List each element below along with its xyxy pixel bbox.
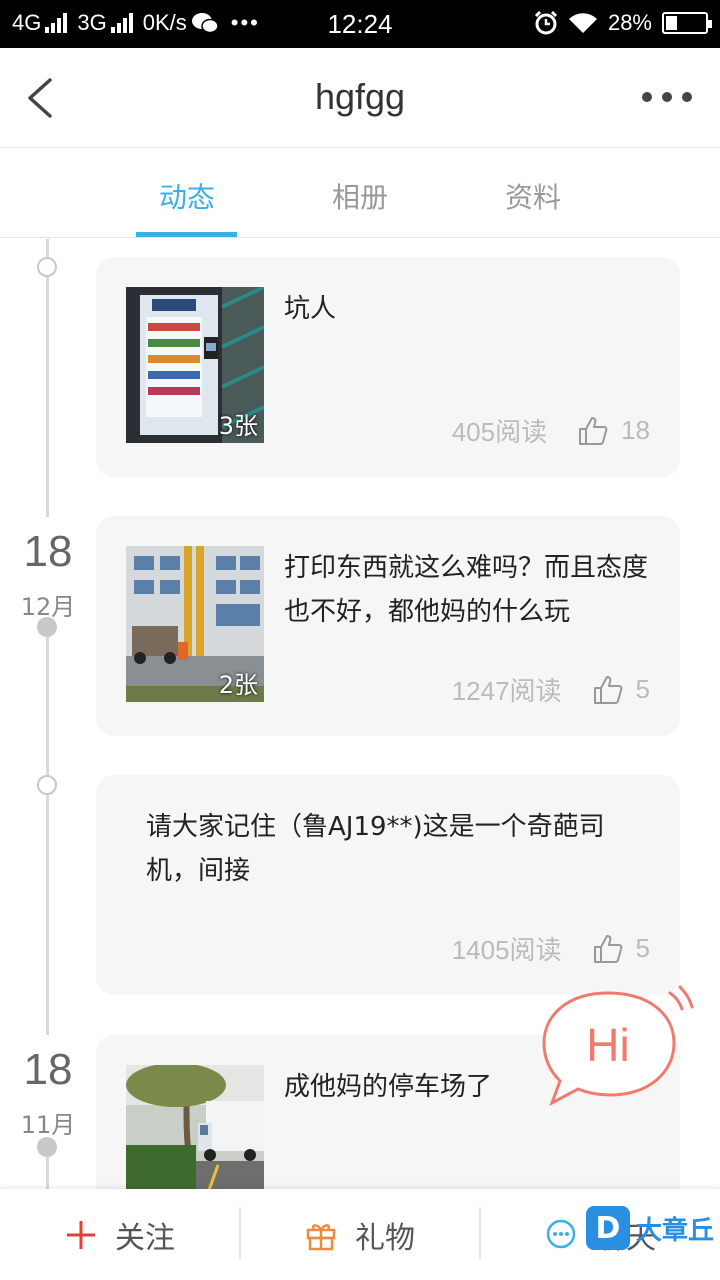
timeline-line [46, 239, 49, 259]
status-right: 28% [534, 10, 712, 36]
timeline-line [46, 1157, 49, 1189]
thumbs-up-icon[interactable] [592, 933, 624, 965]
watermark-logo: D 大章丘 [585, 1206, 714, 1250]
tab-album[interactable]: 相册 [310, 176, 410, 216]
plus-icon [67, 1220, 95, 1249]
alarm-icon [534, 11, 558, 35]
follow-label: 关注 [115, 1220, 175, 1256]
status-bar: 4G 3G 0K/s ••• 12:24 28% [0, 0, 720, 48]
wifi-icon [568, 13, 597, 33]
hi-chat-bubble-icon[interactable]: Hi [538, 985, 698, 1115]
post-meta: 1247阅读 5 [452, 671, 650, 708]
tab-bar: 动态 相册 资料 [0, 148, 720, 238]
timeline-line [46, 795, 49, 1035]
like-count: 5 [635, 933, 650, 963]
tab-moments[interactable]: 动态 [137, 176, 237, 216]
tab-active-indicator [136, 232, 237, 237]
timeline-month: 11月 [20, 1111, 76, 1139]
thumbs-up-icon[interactable] [577, 415, 609, 447]
photo-count: 2张 [218, 671, 258, 699]
thumbs-up-icon[interactable] [592, 674, 624, 706]
watermark-text: 大章丘 [635, 1215, 714, 1246]
timeline-dot [37, 617, 57, 637]
read-count: 405阅读 [451, 417, 548, 447]
read-count: 1405阅读 [451, 935, 562, 965]
post-meta: 405阅读 18 [452, 412, 650, 449]
battery-percent: 28% [607, 10, 652, 35]
like-count: 18 [621, 415, 650, 445]
chat-icon [546, 1219, 576, 1248]
post-meta: 1405阅读 5 [452, 930, 650, 967]
watermark-badge-icon: D [585, 1206, 630, 1250]
gift-label: 礼物 [355, 1220, 415, 1256]
header: hgfgg [0, 48, 720, 148]
post-card[interactable]: 3张 坑人 405阅读 18 [96, 257, 680, 477]
timeline-line [46, 637, 49, 775]
post-thumbnail[interactable]: 2张 [126, 546, 264, 702]
gift-button[interactable]: 礼物 [240, 1189, 480, 1280]
post-thumbnail[interactable] [126, 1065, 264, 1189]
post-text: 请大家记住（鲁AJ19**)这是一个奇葩司机，间接 [146, 812, 605, 886]
post-card[interactable]: 2张 打印东西就这么难吗？而且态度也不好，都他妈的什么玩 1247阅读 5 [96, 516, 680, 736]
timeline-dot [37, 1137, 57, 1157]
gift-icon [306, 1223, 336, 1250]
post-text: 坑人 [284, 294, 337, 324]
timeline-line [46, 277, 49, 517]
page-title: hgfgg [314, 76, 406, 117]
hi-label: Hi [586, 1019, 629, 1071]
follow-button[interactable]: 关注 [0, 1189, 240, 1280]
post-text: 打印东西就这么难吗？而且态度也不好，都他妈的什么玩 [284, 553, 649, 627]
battery-level [666, 16, 677, 30]
post-thumbnail[interactable]: 3张 [126, 287, 264, 443]
tab-profile[interactable]: 资料 [483, 176, 583, 216]
read-count: 1247阅读 [451, 676, 562, 706]
photo-count: 3张 [218, 412, 258, 440]
like-count: 5 [635, 674, 650, 704]
timeline-day: 18 [23, 1045, 73, 1094]
timeline-day: 18 [23, 527, 73, 576]
timeline-dot [37, 257, 57, 277]
post-card[interactable]: 请大家记住（鲁AJ19**)这是一个奇葩司机，间接 1405阅读 5 [96, 775, 680, 995]
timeline-dot [37, 775, 57, 795]
parking-truck-photo [126, 1065, 264, 1189]
more-options-icon[interactable] [642, 92, 692, 102]
battery-icon [662, 12, 712, 34]
